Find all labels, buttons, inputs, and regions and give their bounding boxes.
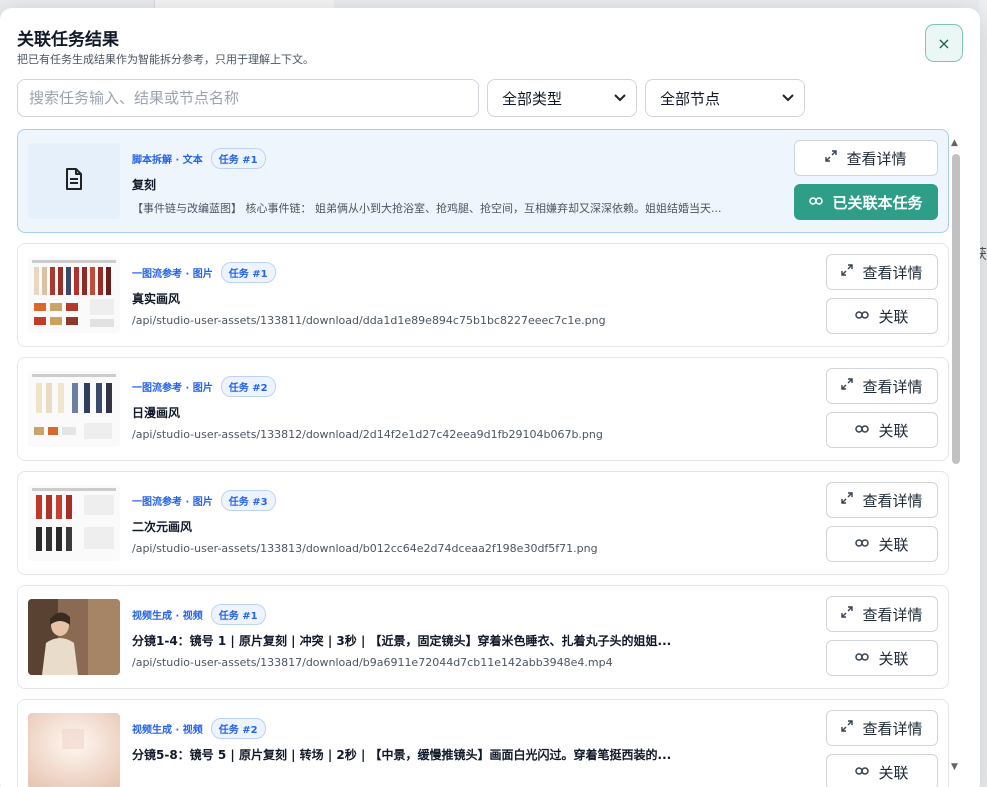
result-subtitle: /api/studio-user-assets/133813/download/… [132,542,598,555]
link-icon [809,194,824,210]
result-card[interactable]: 脚本拆解 · 文本 任务 #1 复刻 【事件链与改编蓝图】 核心事件链： 姐弟俩… [17,129,949,233]
view-details-button[interactable]: 查看详情 [826,710,938,746]
result-category: 一图流参考 · 图片 [132,269,213,280]
view-details-label: 查看详情 [862,491,923,510]
result-category: 一图流参考 · 图片 [132,383,213,394]
results-scrollbar[interactable]: ▲ ▼ [950,134,962,774]
dialog-title: 关联任务结果 [17,30,119,50]
result-category: 一图流参考 · 图片 [132,497,213,508]
result-card[interactable]: 视频生成 · 视频 任务 #1 分镜1-4：镜号 1 | 原片复刻 | 冲突 |… [17,585,949,689]
dialog-subtitle: 把已有任务生成结果作为智能拆分参考，只用于理解上下文。 [17,53,314,66]
link-task-results-dialog: 关联任务结果 把已有任务生成结果作为智能拆分参考，只用于理解上下文。 × 全部类… [0,8,980,787]
result-card[interactable]: 视频生成 · 视频 任务 #2 分镜5-8：镜号 5 | 原片复刻 | 转场 |… [17,699,949,787]
view-details-label: 查看详情 [862,605,923,624]
link-label: 关联 [878,763,909,782]
link-label: 关联 [878,649,909,668]
results-list: 脚本拆解 · 文本 任务 #1 复刻 【事件链与改编蓝图】 核心事件链： 姐弟俩… [17,129,949,787]
result-subtitle: /api/studio-user-assets/133817/download/… [132,656,613,669]
task-badge: 任务 #3 [220,490,276,511]
link-button[interactable]: 关联 [826,412,938,448]
thumbnail [28,143,120,219]
task-badge: 任务 #1 [220,262,276,283]
close-icon: × [937,33,951,53]
type-filter-select[interactable]: 全部类型 [487,79,637,117]
document-icon [65,168,83,194]
result-category: 视频生成 · 视频 [132,611,203,622]
result-title: 分镜5-8：镜号 5 | 原片复刻 | 转场 | 2秒 | 【中景，缓慢推镜头】… [132,748,672,762]
link-icon [855,764,870,780]
result-category: 脚本拆解 · 文本 [132,155,203,166]
scroll-thumb[interactable] [952,154,960,464]
link-button[interactable]: 关联 [826,640,938,676]
view-details-button[interactable]: 查看详情 [826,254,938,290]
linked-task-button[interactable]: 已关联本任务 [794,184,938,220]
view-details-button[interactable]: 查看详情 [826,482,938,518]
link-button[interactable]: 关联 [826,754,938,787]
task-badge: 任务 #2 [220,376,276,397]
link-icon [855,422,870,438]
search-input[interactable] [17,79,479,117]
view-details-label: 查看详情 [862,719,923,738]
view-details-label: 查看详情 [862,263,923,282]
task-badge: 任务 #1 [210,604,266,625]
background-page-edge [979,0,987,787]
result-title: 复刻 [132,178,157,192]
scroll-down-arrow-icon[interactable]: ▼ [951,762,958,772]
link-label: 关联 [878,535,909,554]
background-tab-strip [154,0,334,8]
link-icon [855,536,870,552]
node-filter-value: 全部节点 [660,89,721,108]
type-filter-value: 全部类型 [502,89,563,108]
view-details-label: 查看详情 [862,377,923,396]
task-badge: 任务 #1 [210,148,266,169]
result-subtitle: 【事件链与改编蓝图】 核心事件链： 姐弟俩从小到大抢浴室、抢鸡腿、抢空间，互相嫌… [132,202,722,215]
link-label: 关联 [878,307,909,326]
link-label: 关联 [878,421,909,440]
result-title: 二次元画风 [132,520,193,534]
link-button[interactable]: 关联 [826,526,938,562]
link-button[interactable]: 关联 [826,298,938,334]
chevron-down-icon [782,91,794,105]
result-category: 视频生成 · 视频 [132,725,203,736]
linked-task-label: 已关联本任务 [832,193,923,212]
expand-icon [841,378,854,394]
view-details-button[interactable]: 查看详情 [826,368,938,404]
expand-icon [841,492,854,508]
video-thumbnail [28,713,120,787]
result-subtitle: /api/studio-user-assets/133811/download/… [132,314,606,327]
result-title: 分镜1-4：镜号 1 | 原片复刻 | 冲突 | 3秒 | 【近景，固定镜头】穿… [132,634,672,648]
expand-icon [841,606,854,622]
task-badge: 任务 #2 [210,718,266,739]
expand-icon [825,150,838,166]
character-sheet-thumbnail [28,257,120,333]
view-details-label: 查看详情 [846,149,907,168]
result-subtitle: /api/studio-user-assets/133812/download/… [132,428,603,441]
character-sheet-thumbnail [28,371,120,447]
view-details-button[interactable]: 查看详情 [826,596,938,632]
close-button[interactable]: × [925,24,963,62]
node-filter-select[interactable]: 全部节点 [645,79,805,117]
result-title: 真实画风 [132,292,181,306]
result-title: 日漫画风 [132,406,181,420]
link-icon [855,650,870,666]
result-card[interactable]: 一图流参考 · 图片 任务 #1 真实画风 /api/studio-user-a… [17,243,949,347]
view-details-button[interactable]: 查看详情 [794,140,938,176]
expand-icon [841,264,854,280]
result-card[interactable]: 一图流参考 · 图片 任务 #3 二次元画风 /api/studio-user-… [17,471,949,575]
chevron-down-icon [614,91,626,105]
video-thumbnail [28,599,120,675]
scroll-up-arrow-icon[interactable]: ▲ [951,138,958,148]
link-icon [855,308,870,324]
result-card[interactable]: 一图流参考 · 图片 任务 #2 日漫画风 /api/studio-user-a… [17,357,949,461]
character-sheet-thumbnail [28,485,120,561]
expand-icon [841,720,854,736]
